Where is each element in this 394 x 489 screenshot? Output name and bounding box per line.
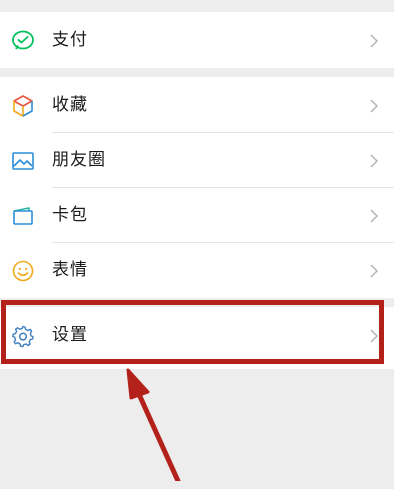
- features-group: 收藏 朋友圈 卡包 表情 设置: [0, 77, 394, 489]
- chevron-right-icon: [368, 34, 380, 48]
- menu-item-favorites-label: 收藏: [52, 95, 88, 115]
- menu-item-cards[interactable]: 卡包: [0, 187, 394, 243]
- chevron-right-icon: [368, 99, 380, 113]
- menu-item-moments[interactable]: 朋友圈: [0, 132, 394, 188]
- menu-item-moments-label: 朋友圈: [52, 150, 106, 170]
- menu-item-cards-label: 卡包: [52, 205, 88, 225]
- menu-item-pay[interactable]: 支付: [0, 12, 394, 68]
- chevron-right-icon: [368, 209, 380, 223]
- chevron-right-icon: [368, 154, 380, 168]
- menu-item-pay-label: 支付: [52, 30, 88, 50]
- menu-item-stickers[interactable]: 表情: [0, 242, 394, 298]
- menu-item-stickers-label: 表情: [52, 260, 88, 280]
- chevron-right-icon: [368, 264, 380, 278]
- empty-background: [0, 369, 394, 489]
- favorites-cube-icon: [11, 94, 35, 118]
- top-group-edge: [0, 0, 394, 5]
- wechat-pay-icon: [11, 29, 35, 53]
- card-wallet-icon: [11, 204, 35, 228]
- menu-item-favorites[interactable]: 收藏: [0, 77, 394, 133]
- moments-picture-icon: [11, 149, 35, 173]
- settings-highlight-box: [1, 300, 384, 364]
- smiley-icon: [11, 259, 35, 283]
- pay-group: 支付: [0, 12, 394, 68]
